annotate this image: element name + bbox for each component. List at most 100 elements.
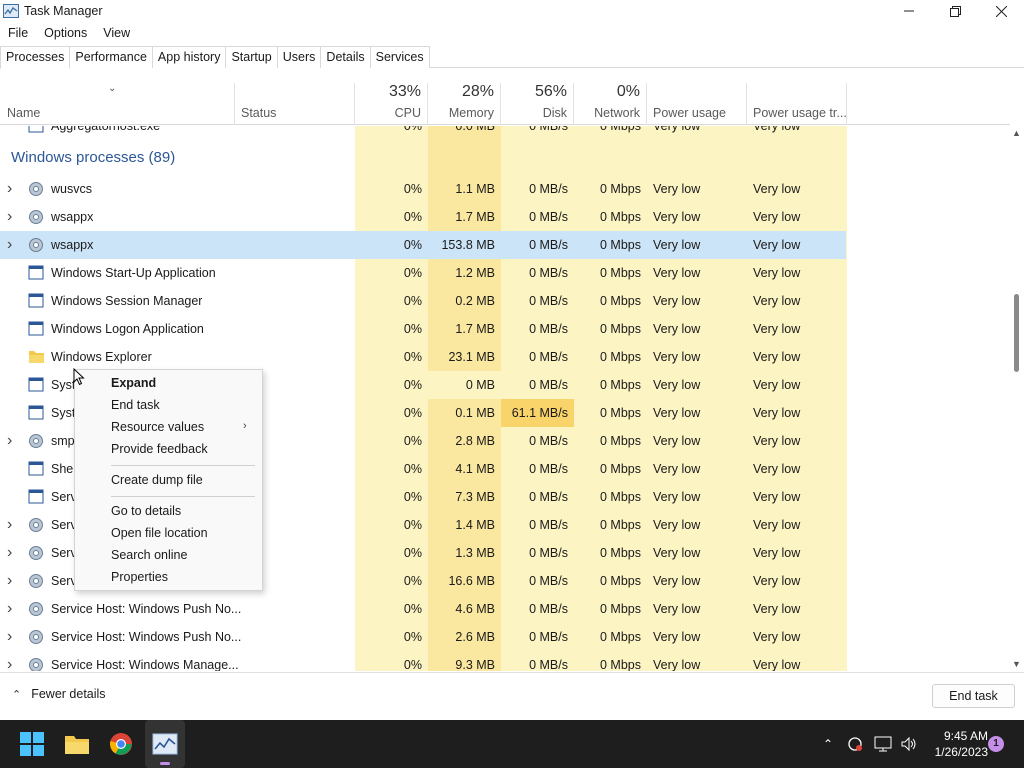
- column-network[interactable]: 0% Network: [574, 83, 647, 125]
- expand-chevron-icon[interactable]: ›: [7, 651, 12, 671]
- process-name: Windows Session Manager: [51, 294, 203, 308]
- power-trend-value: Very low: [753, 182, 801, 196]
- close-button[interactable]: [978, 0, 1024, 22]
- power-trend-value: Very low: [753, 322, 801, 336]
- process-name: Service Host: Windows Push No...: [51, 630, 242, 644]
- power-trend-value: Very low: [753, 378, 801, 392]
- tab-services[interactable]: Services: [369, 46, 430, 68]
- power-value: Very low: [653, 630, 701, 644]
- process-name: wsappx: [51, 238, 94, 252]
- disk-value: 0 MB/s: [529, 546, 568, 560]
- power-trend-value: Very low: [753, 518, 801, 532]
- column-power-trend[interactable]: Power usage tr...: [747, 83, 847, 125]
- vertical-scrollbar[interactable]: ▲ ▼: [1010, 126, 1024, 671]
- column-cpu[interactable]: 33% CPU: [355, 83, 428, 125]
- table-row[interactable]: Aggregatorhost.exe 0% 0.0 MB 0 MB/s 0 Mb…: [0, 126, 846, 140]
- power-value: Very low: [653, 210, 701, 224]
- clock[interactable]: 9:45 AM 1/26/2023: [916, 728, 988, 760]
- power-value: Very low: [653, 546, 701, 560]
- table-row[interactable]: › wusvcs 0% 1.1 MB 0 MB/s 0 Mbps Very low Very …: [0, 175, 846, 203]
- expand-chevron-icon[interactable]: ›: [7, 427, 12, 455]
- power-value: Very low: [653, 294, 701, 308]
- column-memory[interactable]: 28% Memory: [428, 83, 501, 125]
- table-row[interactable]: › wsappx 0% 1.7 MB 0 MB/s 0 Mbps Very low Very …: [0, 203, 846, 231]
- process-name: Service Host: Windows Push No...: [51, 602, 242, 616]
- notification-badge[interactable]: 1: [988, 736, 1004, 752]
- context-properties[interactable]: Properties: [111, 566, 168, 588]
- expand-chevron-icon[interactable]: ›: [7, 511, 12, 539]
- network-value: 0 Mbps: [600, 126, 641, 133]
- restore-button[interactable]: [932, 0, 978, 22]
- memory-value: 0.2 MB: [455, 294, 495, 308]
- column-power[interactable]: Power usage: [647, 83, 747, 125]
- expand-chevron-icon[interactable]: ›: [7, 203, 12, 231]
- table-row[interactable]: Windows Logon Application 0% 1.7 MB 0 MB/s 0…: [0, 315, 846, 343]
- cpu-value: 0%: [403, 434, 422, 448]
- disk-value: 0 MB/s: [529, 490, 568, 504]
- context-search-online[interactable]: Search online: [111, 544, 187, 566]
- column-status-label: Status: [241, 106, 277, 120]
- expand-chevron-icon[interactable]: ›: [7, 539, 12, 567]
- fewer-details-button[interactable]: ⌃ Fewer details: [12, 687, 106, 701]
- expand-chevron-icon[interactable]: ›: [7, 567, 12, 595]
- sync-icon[interactable]: [846, 735, 864, 753]
- scroll-thumb[interactable]: [1014, 294, 1019, 372]
- expand-chevron-icon[interactable]: ›: [7, 595, 12, 623]
- table-row[interactable]: › Service Host: Windows Manage... 0% 9.3 MB…: [0, 651, 846, 671]
- cpu-value: 0%: [403, 518, 422, 532]
- tab-app-history[interactable]: App history: [151, 46, 227, 68]
- table-row[interactable]: › wsappx 0% 153.8 MB 0 MB/s 0 Mbps Very low Ver…: [0, 231, 846, 259]
- network-value: 0 Mbps: [600, 518, 641, 532]
- table-row[interactable]: Windows Session Manager 0% 0.2 MB 0 MB/s 0 M…: [0, 287, 846, 315]
- window-icon: [28, 489, 44, 504]
- tab-bar: Processes Performance App history Startu…: [0, 46, 1024, 69]
- chevron-up-icon[interactable]: ⌃: [820, 737, 836, 751]
- chevron-up-icon: ⌃: [12, 688, 22, 701]
- chrome-button[interactable]: [106, 729, 136, 759]
- context-end-task[interactable]: End task: [111, 394, 160, 416]
- expand-chevron-icon[interactable]: ›: [7, 231, 12, 259]
- network-icon[interactable]: [874, 736, 892, 752]
- column-status[interactable]: Status: [235, 83, 355, 125]
- column-name[interactable]: ⌄ Name: [0, 83, 235, 125]
- task-manager-taskbar-button[interactable]: [150, 729, 180, 759]
- active-app-indicator: [160, 762, 170, 765]
- memory-value: 153.8 MB: [441, 238, 495, 252]
- cpu-value: 0%: [403, 602, 422, 616]
- memory-value: 4.6 MB: [455, 602, 495, 616]
- tab-startup[interactable]: Startup: [225, 46, 278, 68]
- column-memory-label: Memory: [448, 106, 494, 120]
- tab-users[interactable]: Users: [276, 46, 322, 68]
- end-task-button[interactable]: End task: [932, 684, 1015, 708]
- menu-options[interactable]: Options: [36, 26, 95, 40]
- context-menu: Expand End task Resource values › Provid…: [74, 369, 263, 591]
- table-row[interactable]: › Service Host: Windows Push No... 0% 4.6 M…: [0, 595, 846, 623]
- power-trend-value: Very low: [753, 350, 801, 364]
- start-button[interactable]: [17, 729, 47, 759]
- scroll-up-icon[interactable]: ▲: [1012, 128, 1021, 138]
- menu-file[interactable]: File: [0, 26, 36, 40]
- table-row[interactable]: Windows Start-Up Application 0% 1.2 MB 0 MB…: [0, 259, 846, 287]
- file-explorer-button[interactable]: [62, 729, 92, 759]
- context-open-file-location[interactable]: Open file location: [111, 522, 208, 544]
- context-go-to-details[interactable]: Go to details: [111, 500, 181, 522]
- scroll-down-icon[interactable]: ▼: [1012, 659, 1021, 669]
- tab-processes[interactable]: Processes: [0, 46, 71, 69]
- tab-performance[interactable]: Performance: [69, 46, 153, 68]
- tab-details[interactable]: Details: [320, 46, 371, 68]
- table-row[interactable]: Windows Explorer 0% 23.1 MB 0 MB/s 0 Mbps Ver…: [0, 343, 846, 371]
- context-create-dump[interactable]: Create dump file: [111, 469, 203, 491]
- gear-icon: [28, 517, 44, 532]
- power-trend-value: Very low: [753, 238, 801, 252]
- context-provide-feedback[interactable]: Provide feedback: [111, 438, 208, 460]
- expand-chevron-icon[interactable]: ›: [7, 623, 12, 651]
- taskbar: ⌃ 9:45 AM 1/26/2023 1: [0, 720, 1024, 768]
- context-resource-values[interactable]: Resource values: [111, 416, 204, 438]
- minimize-button[interactable]: [886, 0, 932, 22]
- table-row[interactable]: › Service Host: Windows Push No... 0% 2.6 M…: [0, 623, 846, 651]
- column-disk[interactable]: 56% Disk: [501, 83, 574, 125]
- menu-view[interactable]: View: [95, 26, 138, 40]
- context-expand[interactable]: Expand: [111, 372, 156, 394]
- expand-chevron-icon[interactable]: ›: [7, 175, 12, 203]
- disk-value: 0 MB/s: [529, 126, 568, 133]
